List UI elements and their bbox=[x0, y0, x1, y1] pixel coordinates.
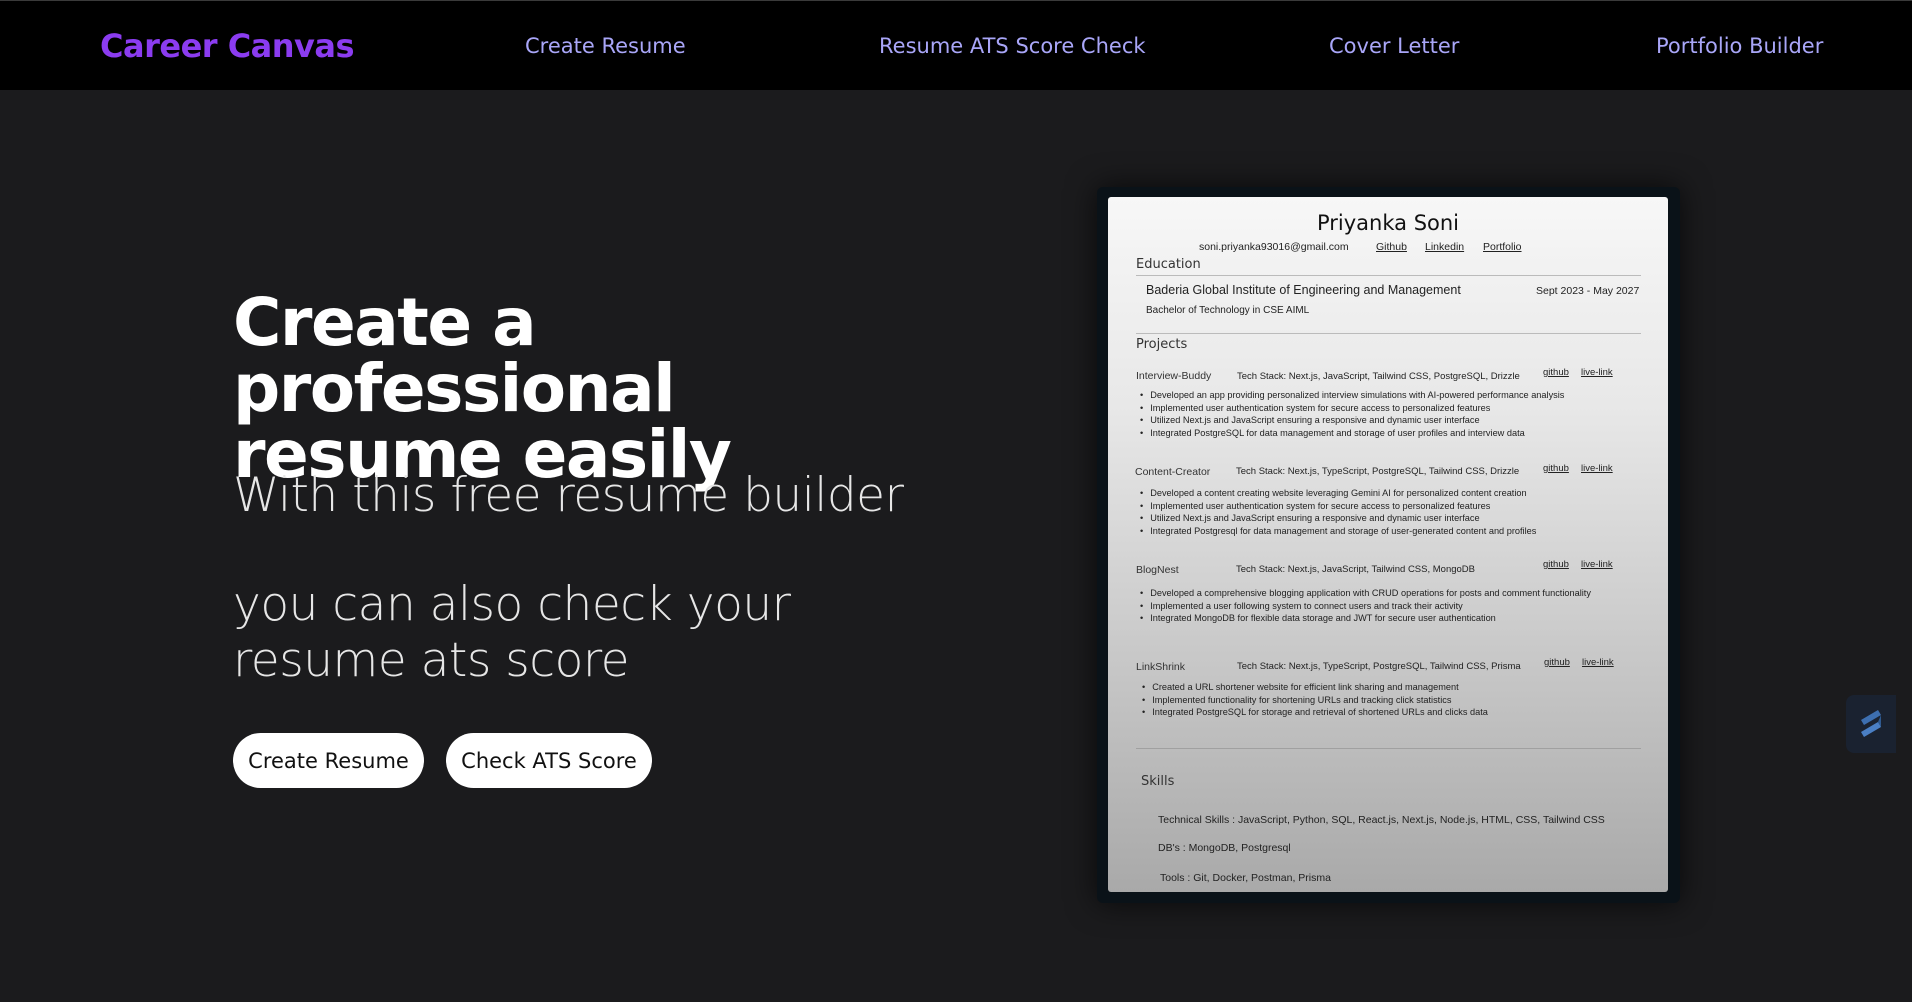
project-name: BlogNest bbox=[1136, 564, 1179, 576]
project-bullet: Utilized Next.js and JavaScript ensuring… bbox=[1140, 513, 1479, 523]
project-bullet: Developed an app providing personalized … bbox=[1140, 390, 1564, 400]
project-live-link: live-link bbox=[1581, 463, 1613, 474]
nav-ats-score-check[interactable]: Resume ATS Score Check bbox=[879, 34, 1146, 58]
project-bullet: Developed a content creating website lev… bbox=[1140, 488, 1526, 498]
project-github-link: github bbox=[1544, 657, 1570, 668]
resume-education-heading: Education bbox=[1136, 257, 1201, 272]
project-bullet: Implemented a user following system to c… bbox=[1140, 601, 1463, 611]
project-stack: Tech Stack: Next.js, JavaScript, Tailwin… bbox=[1236, 564, 1476, 575]
resume-name: Priyanka Soni bbox=[1316, 211, 1460, 235]
project-bullet: Implemented user authentication system f… bbox=[1140, 501, 1490, 511]
resume-skills-heading: Skills bbox=[1141, 774, 1175, 789]
top-navbar: Career Canvas Create Resume Resume ATS S… bbox=[0, 0, 1912, 90]
project-stack: Tech Stack: Next.js, TypeScript, Postgre… bbox=[1236, 466, 1520, 477]
resume-db-skills: DB's : MongoDB, Postgresql bbox=[1158, 842, 1291, 854]
project-bullet: Integrated Postgresql for data managemen… bbox=[1140, 526, 1536, 536]
resume-linkedin-link: Linkedin bbox=[1425, 241, 1465, 253]
hero-ats-text: you can also check your resume ats score bbox=[233, 577, 791, 688]
project-live-link: live-link bbox=[1581, 559, 1613, 570]
resume-dates: Sept 2023 - May 2027 bbox=[1536, 285, 1640, 297]
project-bullet: Implemented functionality for shortening… bbox=[1142, 695, 1451, 705]
resume-portfolio-link: Portfolio bbox=[1483, 241, 1522, 253]
check-ats-score-button[interactable]: Check ATS Score bbox=[446, 733, 652, 788]
nav-create-resume[interactable]: Create Resume bbox=[525, 34, 686, 58]
project-bullet: Implemented user authentication system f… bbox=[1140, 403, 1490, 413]
resume-institute: Baderia Global Institute of Engineering … bbox=[1146, 283, 1461, 297]
project-bullet: Integrated MongoDB for flexible data sto… bbox=[1140, 613, 1496, 623]
project-name: LinkShrink bbox=[1136, 661, 1186, 673]
resume-projects-heading: Projects bbox=[1136, 337, 1188, 352]
nav-portfolio-builder[interactable]: Portfolio Builder bbox=[1656, 34, 1823, 58]
project-live-link: live-link bbox=[1581, 367, 1613, 378]
divider bbox=[1136, 748, 1641, 749]
nav-cover-letter[interactable]: Cover Letter bbox=[1329, 34, 1459, 58]
project-name: Content-Creator bbox=[1135, 466, 1211, 478]
project-stack: Tech Stack: Next.js, JavaScript, Tailwin… bbox=[1237, 371, 1520, 382]
resume-preview-frame: Priyanka Soni soni.priyanka93016@gmail.c… bbox=[1097, 187, 1680, 903]
project-bullet: Developed a comprehensive blogging appli… bbox=[1140, 588, 1591, 598]
project-bullet: Integrated PostgreSQL for storage and re… bbox=[1142, 707, 1488, 717]
divider bbox=[1136, 333, 1641, 334]
resume-preview: Priyanka Soni soni.priyanka93016@gmail.c… bbox=[1108, 197, 1668, 892]
project-github-link: github bbox=[1543, 463, 1569, 474]
hero-title: Create a professional resume easily bbox=[233, 284, 732, 493]
stacked-layers-icon[interactable] bbox=[1846, 695, 1896, 753]
divider bbox=[1136, 275, 1641, 276]
project-name: Interview-Buddy bbox=[1136, 370, 1212, 382]
project-bullet: Created a URL shortener website for effi… bbox=[1142, 682, 1458, 692]
project-github-link: github bbox=[1543, 367, 1569, 378]
project-github-link: github bbox=[1543, 559, 1569, 570]
brand-logo[interactable]: Career Canvas bbox=[100, 27, 355, 65]
resume-email: soni.priyanka93016@gmail.com bbox=[1199, 241, 1349, 253]
project-live-link: live-link bbox=[1582, 657, 1614, 668]
create-resume-button[interactable]: Create Resume bbox=[233, 733, 424, 788]
resume-github-link: Github bbox=[1376, 241, 1407, 253]
project-stack: Tech Stack: Next.js, TypeScript, Postgre… bbox=[1237, 661, 1521, 672]
resume-degree: Bachelor of Technology in CSE AIML bbox=[1146, 305, 1310, 316]
project-bullet: Utilized Next.js and JavaScript ensuring… bbox=[1140, 415, 1479, 425]
hero-subtitle: With this free resume builder bbox=[233, 468, 904, 523]
resume-tools: Tools : Git, Docker, Postman, Prisma bbox=[1160, 872, 1331, 884]
resume-technical-skills: Technical Skills : JavaScript, Python, S… bbox=[1158, 814, 1605, 826]
project-bullet: Integrated PostgreSQL for data managemen… bbox=[1140, 428, 1525, 438]
